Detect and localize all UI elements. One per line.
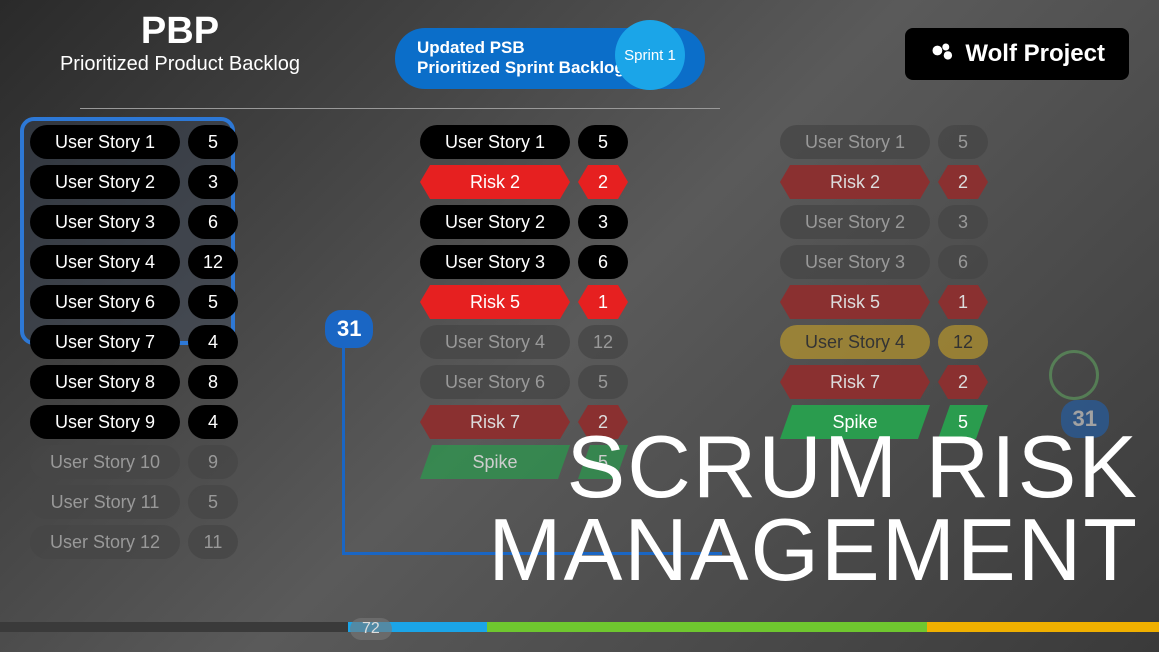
- story-row: User Story 109: [30, 445, 320, 479]
- story-row: User Story 412: [420, 325, 710, 359]
- story-row: User Story 36: [420, 245, 710, 279]
- story-points: 6: [938, 245, 988, 279]
- risk-row: Risk 72: [780, 365, 1070, 399]
- story-points: 4: [188, 405, 238, 439]
- story-label: User Story 3: [420, 245, 570, 279]
- story-label: User Story 1: [780, 125, 930, 159]
- overlay-line2: Management: [488, 508, 1139, 592]
- risk-points: 2: [938, 165, 988, 199]
- story-points: 9: [188, 445, 238, 479]
- story-row: User Story 36: [30, 205, 320, 239]
- story-label: User Story 2: [780, 205, 930, 239]
- progress-seg-4: [927, 622, 1159, 632]
- progress-seg-3: [487, 622, 927, 632]
- story-row: User Story 23: [30, 165, 320, 199]
- wolf-icon: [929, 40, 957, 68]
- story-points: 5: [188, 285, 238, 319]
- story-label: User Story 11: [30, 485, 180, 519]
- risk-row: Risk 51: [420, 285, 710, 319]
- velocity-connector-v: [342, 344, 345, 554]
- risk-points: 1: [938, 285, 988, 319]
- story-row: User Story 36: [780, 245, 1070, 279]
- story-row: User Story 1211: [30, 525, 320, 559]
- wolf-project-badge: Wolf Project: [905, 28, 1129, 80]
- risk-points: 2: [938, 365, 988, 399]
- risk-row: Risk 51: [780, 285, 1070, 319]
- risk-label: Risk 5: [420, 285, 570, 319]
- story-row: User Story 94: [30, 405, 320, 439]
- overlay-title: Scrum Risk Management: [488, 425, 1139, 592]
- story-points: 3: [188, 165, 238, 199]
- story-row: User Story 412: [30, 245, 320, 279]
- story-row: User Story 65: [420, 365, 710, 399]
- wolf-label: Wolf Project: [965, 40, 1105, 68]
- pbp-subtitle: Prioritized Product Backlog: [30, 53, 330, 75]
- story-row: User Story 65: [30, 285, 320, 319]
- risk-row: Risk 22: [420, 165, 710, 199]
- pbp-column: User Story 15User Story 23User Story 36U…: [30, 125, 320, 559]
- story-label: User Story 4: [30, 245, 180, 279]
- risk-points: 2: [578, 165, 628, 199]
- story-row: User Story 15: [780, 125, 1070, 159]
- psb-line2: Prioritized Sprint Backlog: [417, 58, 625, 78]
- progress-seg-1: [0, 622, 348, 632]
- story-label: User Story 3: [30, 205, 180, 239]
- story-points: 5: [188, 485, 238, 519]
- story-points: 6: [188, 205, 238, 239]
- story-row: User Story 15: [30, 125, 320, 159]
- story-points: 6: [578, 245, 628, 279]
- velocity-badge: 31: [325, 310, 373, 348]
- story-row: User Story 115: [30, 485, 320, 519]
- story-row: User Story 23: [780, 205, 1070, 239]
- pbp-title: PBP: [30, 10, 330, 53]
- story-label: User Story 12: [30, 525, 180, 559]
- risk-label: Risk 2: [420, 165, 570, 199]
- risk-points: 1: [578, 285, 628, 319]
- yellow-row: User Story 412: [780, 325, 1070, 359]
- story-points: 3: [938, 205, 988, 239]
- video-progress-bar[interactable]: [0, 622, 1159, 632]
- sprint-circle: Sprint 1: [615, 20, 685, 90]
- story-points: 5: [578, 365, 628, 399]
- story-points: 8: [188, 365, 238, 399]
- story-label: User Story 3: [780, 245, 930, 279]
- overlay-line1: Scrum Risk: [488, 425, 1139, 509]
- story-points: 12: [578, 325, 628, 359]
- psb-line1: Updated PSB: [417, 38, 625, 58]
- play-position: 72: [350, 618, 392, 640]
- story-label: User Story 2: [30, 165, 180, 199]
- yellow-label: User Story 4: [780, 325, 930, 359]
- header-divider: [80, 108, 720, 109]
- story-row: User Story 88: [30, 365, 320, 399]
- story-label: User Story 8: [30, 365, 180, 399]
- story-label: User Story 2: [420, 205, 570, 239]
- story-label: User Story 6: [30, 285, 180, 319]
- story-points: 12: [188, 245, 238, 279]
- story-row: User Story 23: [420, 205, 710, 239]
- risk-row: Risk 22: [780, 165, 1070, 199]
- story-points: 5: [188, 125, 238, 159]
- risk-label: Risk 2: [780, 165, 930, 199]
- story-label: User Story 1: [420, 125, 570, 159]
- story-row: User Story 74: [30, 325, 320, 359]
- story-points: 5: [578, 125, 628, 159]
- story-points: 11: [188, 525, 238, 559]
- story-label: User Story 10: [30, 445, 180, 479]
- story-label: User Story 7: [30, 325, 180, 359]
- story-label: User Story 1: [30, 125, 180, 159]
- story-points: 4: [188, 325, 238, 359]
- story-points: 5: [938, 125, 988, 159]
- risk-label: Risk 5: [780, 285, 930, 319]
- story-points: 3: [578, 205, 628, 239]
- story-label: User Story 4: [420, 325, 570, 359]
- story-label: User Story 9: [30, 405, 180, 439]
- risk-label: Risk 7: [780, 365, 930, 399]
- pbp-header: PBP Prioritized Product Backlog: [30, 10, 330, 75]
- story-label: User Story 6: [420, 365, 570, 399]
- yellow-points: 12: [938, 325, 988, 359]
- story-row: User Story 15: [420, 125, 710, 159]
